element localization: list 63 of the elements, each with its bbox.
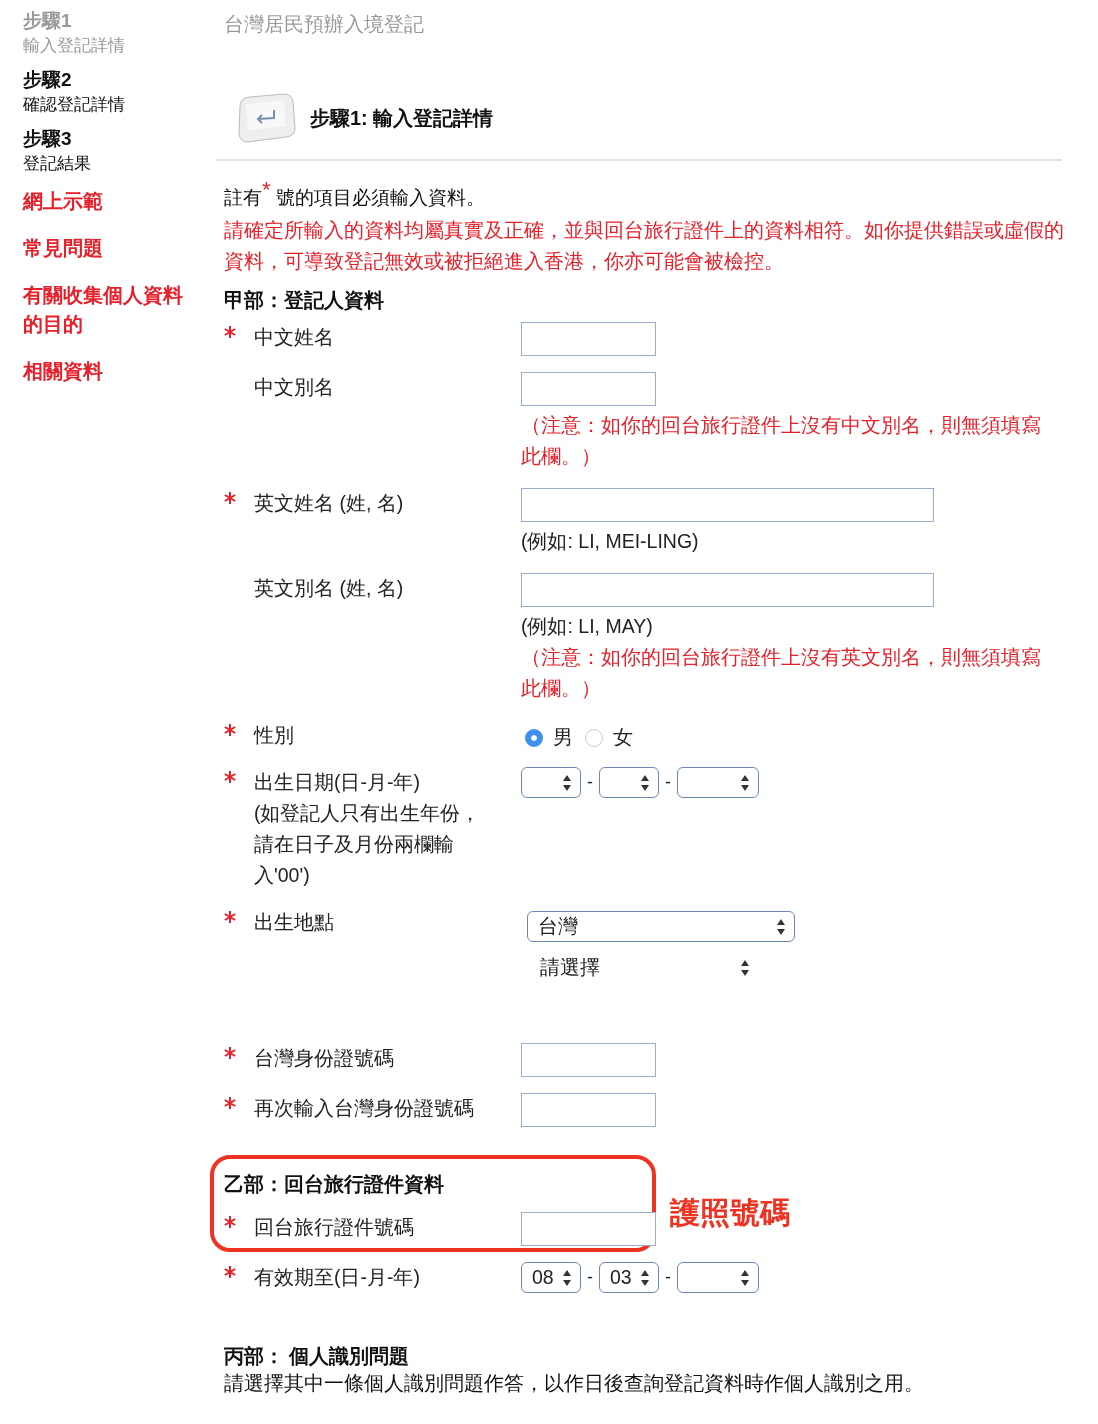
field-label: 英文姓名 (姓, 名) [254, 491, 405, 516]
instruction-text: 請選擇其中一條個人識別問題作答，以作日後查詢登記資料時作個人識別之用。 [224, 1371, 925, 1396]
input-field[interactable] [521, 372, 656, 406]
section-heading: 乙部：回台旅行證件資料 [224, 1172, 445, 1197]
warning-text: 請確定所輸入的資料均屬真實及正確，並與回台旅行證件上的資料相符。如你提供錯誤或虛假的資料，可導致登記無效或被拒絕進入香港，你亦可能會被檢控。 [224, 218, 1065, 274]
example-text: (例如: LI, MEI-LING) [521, 529, 699, 554]
input-field[interactable] [521, 573, 934, 607]
section-heading: 丙部： 個人識別問題 [224, 1344, 411, 1369]
step-title: 步驟2 [23, 68, 73, 92]
up-down-arrows-icon [740, 958, 750, 977]
page-title: 台灣居民預辦入境登記 [224, 12, 425, 37]
date-separator: - [587, 1267, 593, 1288]
sidebar-link[interactable]: 網上示範 [23, 187, 198, 216]
field-label: 中文姓名 [254, 325, 335, 350]
up-down-arrows-icon [562, 773, 572, 792]
step-label: 輸入登記詳情 [23, 35, 125, 57]
up-down-arrows-icon [740, 773, 750, 792]
radio-label: 女 [613, 725, 633, 750]
field-label: 出生日期(日-月-年) [254, 770, 421, 795]
field-label: 英文別名 (姓, 名) [254, 576, 405, 601]
dropdown[interactable]: 請選擇 [540, 954, 750, 981]
field-label: 再次輸入台灣身份證號碼 [254, 1096, 475, 1121]
step-label: 確認登記詳情 [23, 94, 125, 116]
up-down-arrows-icon [562, 1268, 572, 1287]
select-box[interactable]: 台灣 [527, 911, 795, 942]
input-field[interactable] [521, 488, 934, 522]
field-label: 有效期至(日-月-年) [254, 1265, 421, 1290]
radio-button[interactable] [585, 728, 603, 747]
annotation-text: 護照號碼 [670, 1195, 790, 1231]
select-box[interactable]: 08 [521, 1262, 581, 1293]
field-label: 性別 [254, 723, 295, 748]
date-separator: - [665, 1267, 671, 1288]
step-title: 步驟3 [23, 127, 73, 151]
field-label: 出生地點 [254, 910, 335, 935]
up-down-arrows-icon [640, 773, 650, 792]
sidebar-link[interactable]: 相關資料 [23, 357, 198, 386]
sidebar-link[interactable]: 常見問題 [23, 234, 198, 263]
input-field[interactable] [521, 322, 656, 356]
date-separator: - [587, 772, 593, 793]
field-label: 中文別名 [254, 375, 335, 400]
step-title: 步驟1 [23, 9, 73, 33]
input-field[interactable] [521, 1043, 656, 1077]
select-box[interactable]: 03 [599, 1262, 659, 1293]
note-text: （注意：如你的回台旅行證件上沒有中文別名，則無須填寫此欄。） [521, 413, 1041, 469]
up-down-arrows-icon [776, 917, 786, 936]
radio-label: 男 [553, 725, 573, 750]
step-label: 登記結果 [23, 153, 91, 175]
date-separator: - [665, 772, 671, 793]
step-heading: 步驟1: 輸入登記詳情 [310, 105, 494, 131]
section-heading: 甲部：登記人資料 [224, 288, 385, 313]
field-hint: (如登記人只有出生年份，請在日子及月份兩欄輸入'00') [254, 801, 482, 888]
up-down-arrows-icon [740, 1268, 750, 1287]
input-field[interactable] [521, 1212, 656, 1246]
field-label: 台灣身份證號碼 [254, 1046, 395, 1071]
select-box[interactable] [521, 767, 581, 798]
input-field[interactable] [521, 1093, 656, 1127]
select-box[interactable] [599, 767, 659, 798]
up-down-arrows-icon [640, 1268, 650, 1287]
example-text: (例如: LI, MAY) [521, 614, 653, 639]
radio-button[interactable] [525, 728, 543, 747]
field-label: 回台旅行證件號碼 [254, 1215, 415, 1240]
note-text: （注意：如你的回台旅行證件上沒有英文別名，則無須填寫此欄。） [521, 645, 1041, 701]
sidebar-link[interactable]: 有關收集個人資料的目的 [23, 281, 198, 339]
